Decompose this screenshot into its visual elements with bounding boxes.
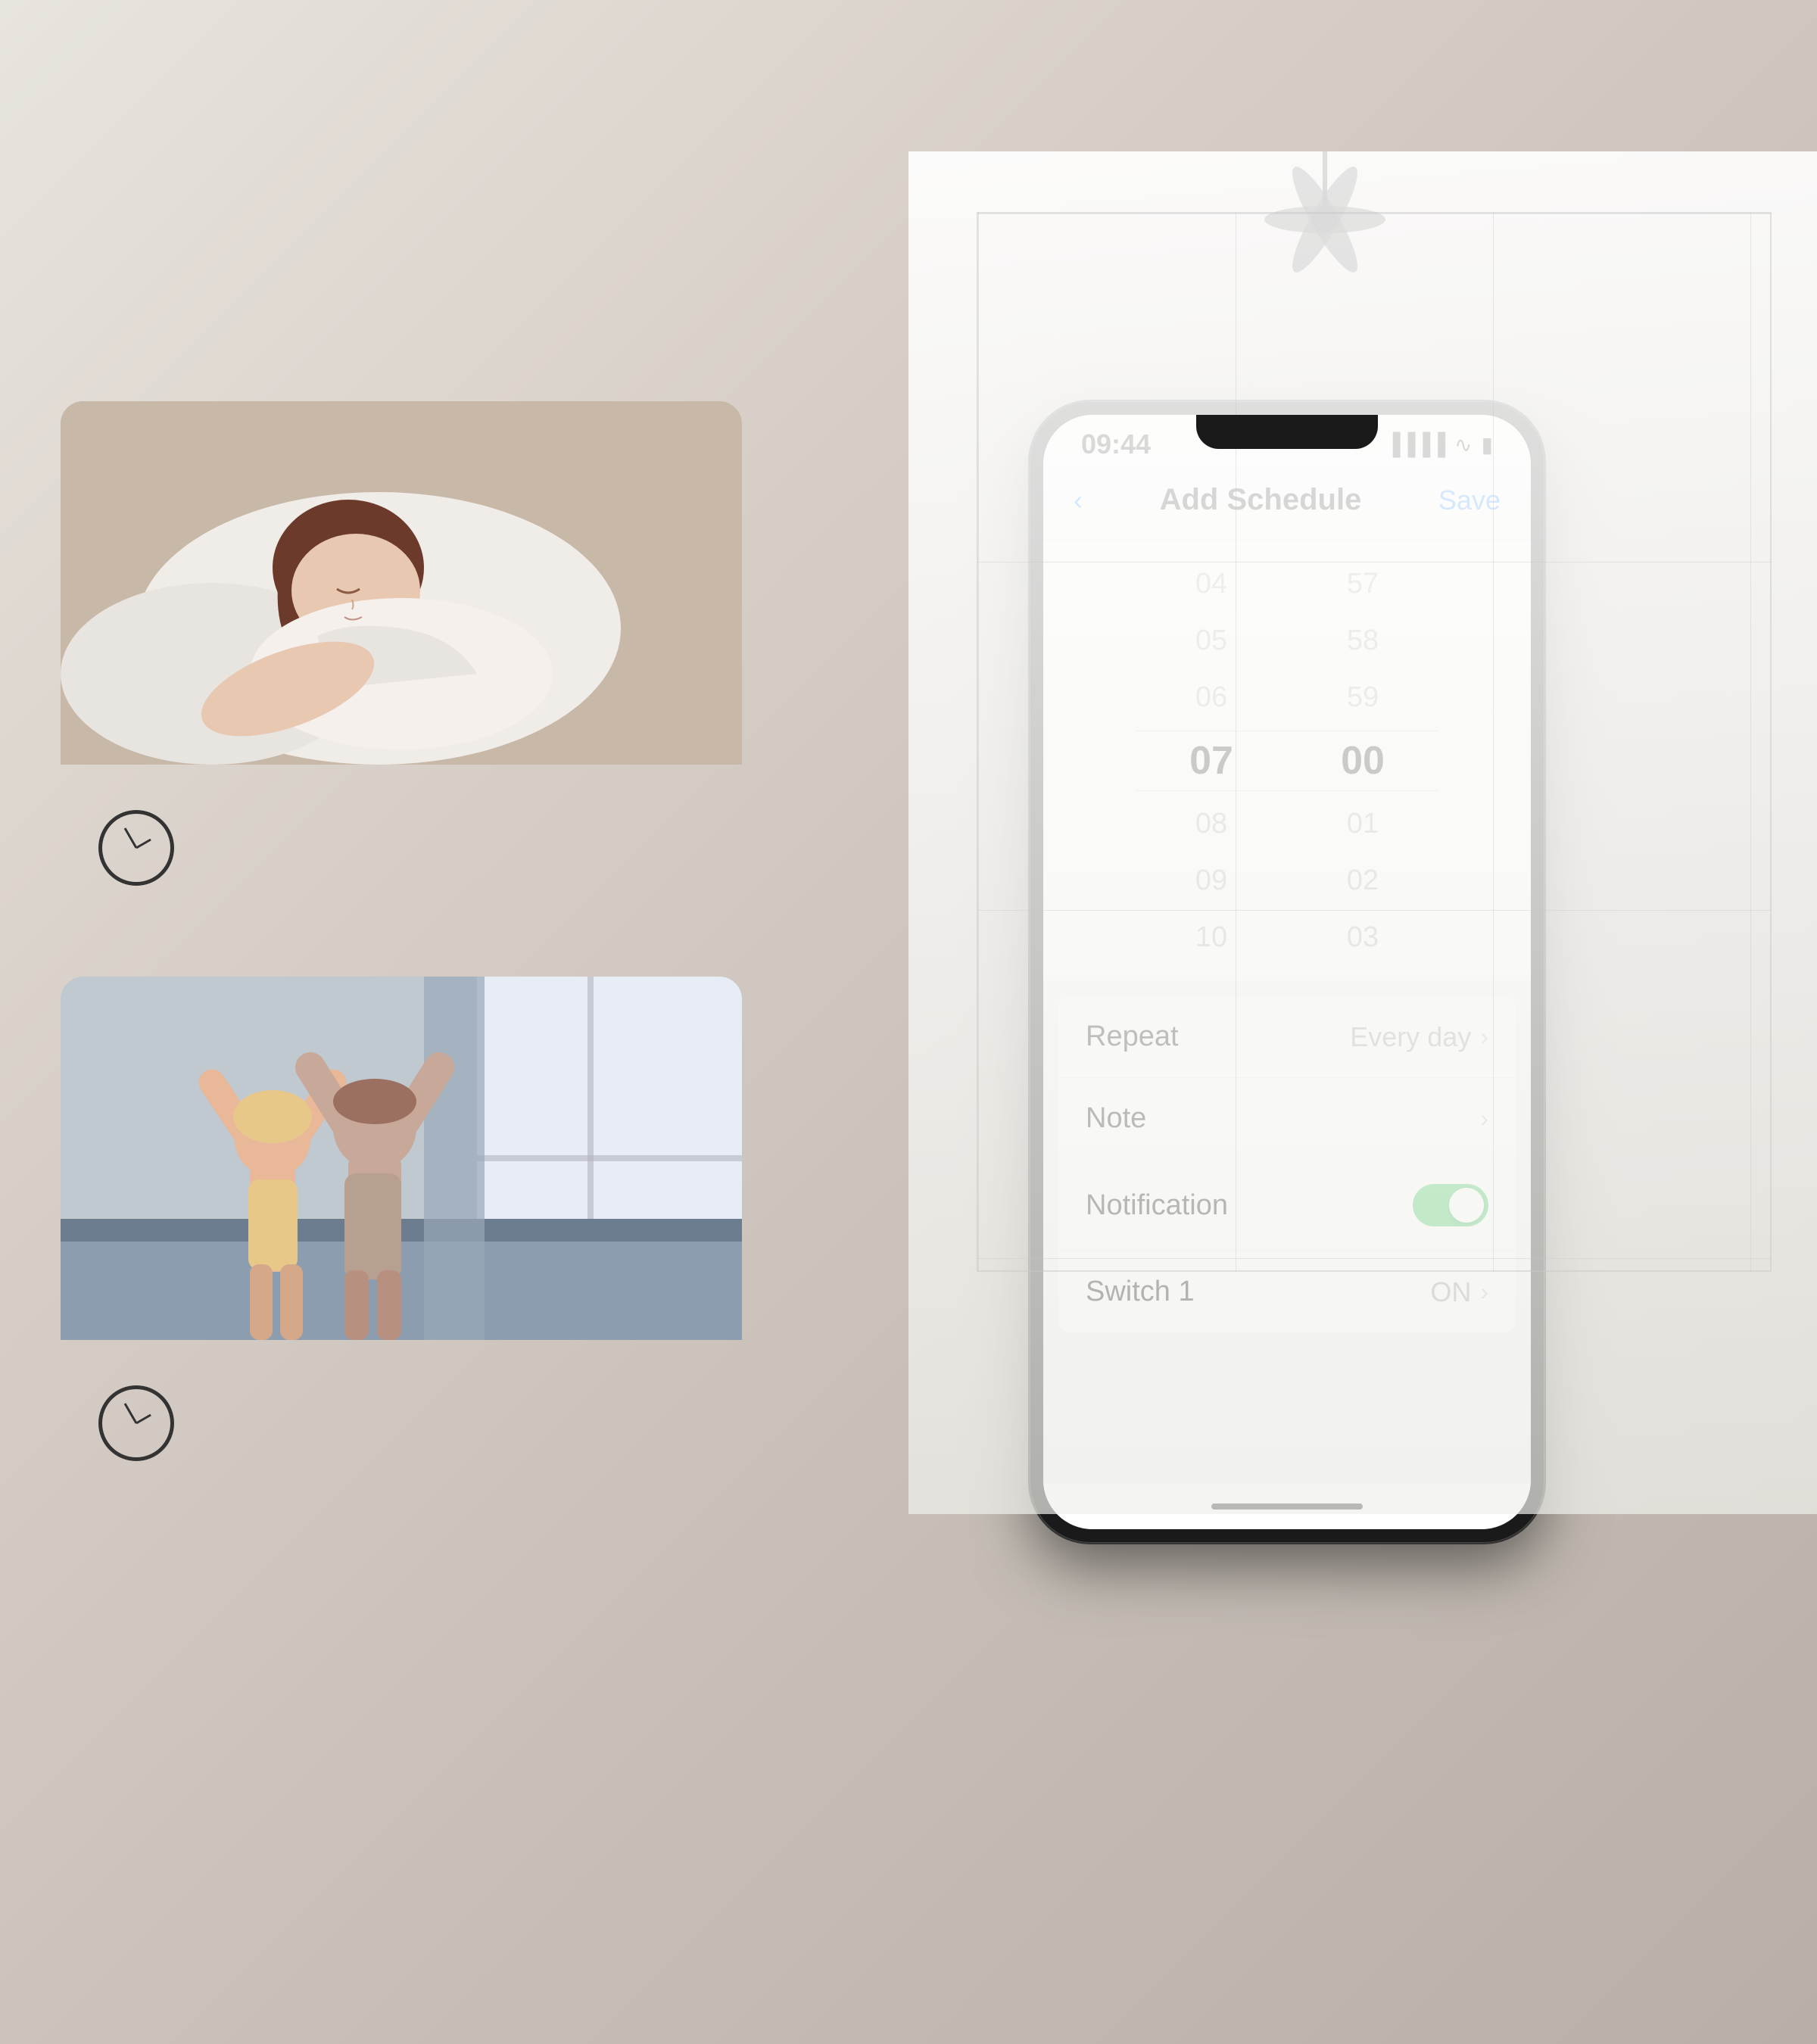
morning-card-image xyxy=(61,977,742,1340)
sleep-card-image xyxy=(61,401,742,765)
page-content: Timer Schedule Set a schedule in the app… xyxy=(0,0,1817,2044)
morning-clock-icon xyxy=(98,1385,174,1461)
sleep-clock-icon xyxy=(98,810,174,886)
phone-notch xyxy=(1196,415,1378,449)
window-grid xyxy=(977,212,1772,1272)
ceiling-fan-decoration xyxy=(1211,151,1438,307)
